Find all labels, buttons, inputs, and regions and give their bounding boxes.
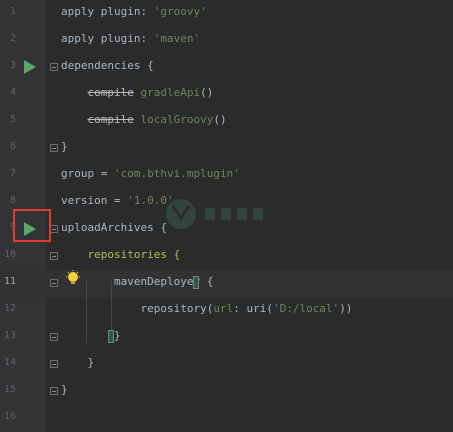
code-line[interactable]: 3 dependencies { <box>0 54 453 81</box>
code-editor[interactable]: 1 apply plugin: 'groovy' 2 apply plugin: 'm… <box>0 0 453 432</box>
code-text[interactable]: repositories { <box>61 248 180 261</box>
code-token: url <box>213 302 234 315</box>
line-number: 6 <box>9 141 16 152</box>
run-gutter-icon[interactable] <box>24 60 36 74</box>
code-token: () <box>213 113 227 126</box>
code-line[interactable]: 7 group = 'com.bthvi.mplugin' <box>0 162 453 189</box>
line-number: 10 <box>3 249 16 260</box>
code-token: repository( <box>61 302 214 315</box>
code-token: localGroovy <box>133 113 214 126</box>
code-text[interactable]: } <box>61 383 68 396</box>
code-token: apply plugin: <box>61 32 154 45</box>
fold-marker-icon[interactable] <box>50 252 58 260</box>
code-line[interactable]: 1 apply plugin: 'groovy' <box>0 0 453 27</box>
code-token: : uri( <box>233 302 273 315</box>
line-number: 14 <box>3 357 16 368</box>
line-number: 8 <box>9 195 16 206</box>
code-token: 'groovy' <box>153 5 207 18</box>
code-text[interactable]: } <box>61 356 94 369</box>
code-token: } <box>61 383 68 396</box>
code-text[interactable]: group = 'com.bthvi.mplugin' <box>61 167 240 180</box>
code-text[interactable]: uploadArchives { <box>61 221 167 234</box>
code-line[interactable]: 10 repositories { <box>0 243 453 270</box>
code-token: uploadArchives { <box>61 221 167 234</box>
brace-match-highlight <box>193 276 199 289</box>
code-line[interactable]: 5 compile localGroovy() <box>0 108 453 135</box>
fold-marker-icon[interactable] <box>50 63 58 71</box>
code-token: 'D:/local' <box>272 302 340 315</box>
code-line[interactable]: 6} <box>0 135 453 162</box>
code-text[interactable]: mavenDeployer { <box>61 275 213 288</box>
code-line[interactable]: 15} <box>0 378 453 405</box>
code-token: apply plugin: <box>61 5 154 18</box>
code-token: dependencies { <box>61 59 154 72</box>
code-token: repositories { <box>61 248 181 261</box>
line-number: 12 <box>3 303 16 314</box>
code-token: group = <box>61 167 114 180</box>
code-line[interactable]: 2 apply plugin: 'maven' <box>0 27 453 54</box>
line-number: 5 <box>9 114 16 125</box>
line-number: 13 <box>3 330 16 341</box>
indent-guide <box>86 281 87 343</box>
line-number: 4 <box>9 87 16 98</box>
code-token: 'com.bthvi.mplugin' <box>113 167 240 180</box>
code-token: } <box>61 356 95 369</box>
fold-marker-icon[interactable] <box>50 333 58 341</box>
code-token: () <box>200 86 214 99</box>
line-number: 1 <box>9 6 16 17</box>
code-text[interactable]: dependencies { <box>61 59 154 72</box>
code-token: 'maven' <box>153 32 201 45</box>
watermark-logo <box>166 199 263 229</box>
code-token: gradleApi <box>133 86 201 99</box>
fold-marker-icon[interactable] <box>50 144 58 152</box>
code-token: mavenDeployer { <box>61 275 214 288</box>
fold-marker-icon[interactable] <box>50 225 58 233</box>
code-text[interactable]: apply plugin: 'maven' <box>61 32 200 45</box>
code-line[interactable]: 14 } <box>0 351 453 378</box>
line-number: 15 <box>3 384 16 395</box>
code-token: version = <box>61 194 128 207</box>
code-text[interactable]: apply plugin: 'groovy' <box>61 5 207 18</box>
run-icon-highlight-box <box>13 209 51 242</box>
code-text[interactable]: } <box>61 140 68 153</box>
code-token: )) <box>339 302 353 315</box>
line-number: 7 <box>9 168 16 179</box>
code-token: compile <box>87 86 134 99</box>
fold-marker-icon[interactable] <box>50 387 58 395</box>
fold-marker-icon[interactable] <box>50 360 58 368</box>
code-text[interactable]: compile localGroovy() <box>61 113 227 126</box>
line-number: 11 <box>3 276 16 287</box>
code-text[interactable]: repository(url: uri('D:/local')) <box>61 302 352 315</box>
code-token: compile <box>87 113 134 126</box>
code-text[interactable]: compile gradleApi() <box>61 86 214 99</box>
intention-bulb-icon[interactable] <box>66 270 80 288</box>
line-number: 16 <box>3 411 16 422</box>
fold-marker-icon[interactable] <box>50 279 58 287</box>
code-text[interactable]: version = '1.0.0' <box>61 194 174 207</box>
line-number: 2 <box>9 33 16 44</box>
code-token: } <box>61 140 68 153</box>
line-number: 3 <box>9 60 16 71</box>
code-line[interactable]: 16 <box>0 405 453 432</box>
code-line[interactable]: 4 compile gradleApi() <box>0 81 453 108</box>
brace-match-highlight <box>108 330 114 343</box>
code-line[interactable]: 13 } <box>0 324 453 351</box>
code-line[interactable]: 12 repository(url: uri('D:/local')) <box>0 297 453 324</box>
